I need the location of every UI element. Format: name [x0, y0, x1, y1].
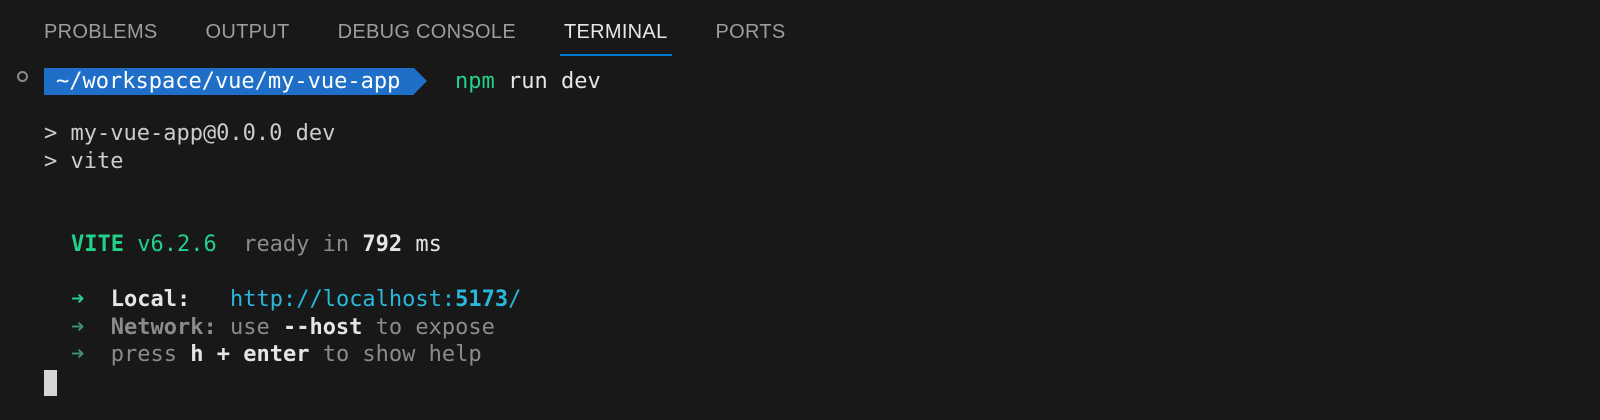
panel-tab-bar: PROBLEMS OUTPUT DEBUG CONSOLE TERMINAL P… — [44, 0, 834, 58]
ready-unit: ms — [402, 232, 442, 257]
terminal-view[interactable]: ~/workspace/vue/my-vue-app npm run dev >… — [0, 62, 1600, 420]
command-args: run dev — [494, 69, 601, 94]
prompt-path: ~/workspace/vue/my-vue-app — [44, 68, 428, 95]
vite-version: v6.2.6 — [123, 232, 217, 257]
local-url-suffix: / — [508, 287, 522, 312]
help-keys: h + enter — [190, 342, 310, 367]
arrow-right-icon: ➜ — [71, 315, 85, 340]
local-label: Local: — [110, 287, 191, 312]
tab-output[interactable]: OUTPUT — [206, 0, 290, 58]
tab-debug-console[interactable]: DEBUG CONSOLE — [338, 0, 516, 58]
network-label: Network: — [110, 315, 217, 340]
network-flag: --host — [282, 315, 363, 340]
terminal-cursor — [44, 370, 57, 396]
script-line-2: > vite — [44, 149, 124, 174]
help-rest: to show help — [309, 342, 482, 367]
ready-ms: 792 — [362, 232, 403, 257]
ready-prefix: ready in — [216, 232, 363, 257]
network-use: use — [216, 315, 283, 340]
local-url[interactable]: http://localhost:5173/ — [230, 287, 521, 312]
local-url-port: 5173 — [455, 287, 509, 312]
arrow-right-icon: ➜ — [71, 342, 85, 367]
arrow-right-icon: ➜ — [71, 287, 85, 312]
help-line: ➜ press h + enter to show help — [71, 341, 482, 369]
command-decoration-icon[interactable] — [17, 71, 28, 82]
local-url-prefix: http://localhost: — [229, 287, 456, 312]
tab-problems[interactable]: PROBLEMS — [44, 0, 158, 58]
network-line: ➜ Network: use --host to expose — [71, 314, 495, 342]
vite-name: VITE — [71, 232, 124, 257]
tab-ports[interactable]: PORTS — [716, 0, 786, 58]
local-url-line: ➜ Local: http://localhost:5173/ — [71, 286, 521, 314]
command-line: npm run dev — [455, 68, 601, 95]
help-press: press — [110, 342, 191, 367]
vite-ready-line: VITE v6.2.6 ready in 792 ms — [71, 231, 442, 259]
script-line-1: > my-vue-app@0.0.0 dev — [44, 121, 336, 146]
tab-terminal[interactable]: TERMINAL — [559, 0, 672, 58]
command-bin: npm — [455, 69, 495, 94]
network-rest: to expose — [362, 315, 495, 340]
